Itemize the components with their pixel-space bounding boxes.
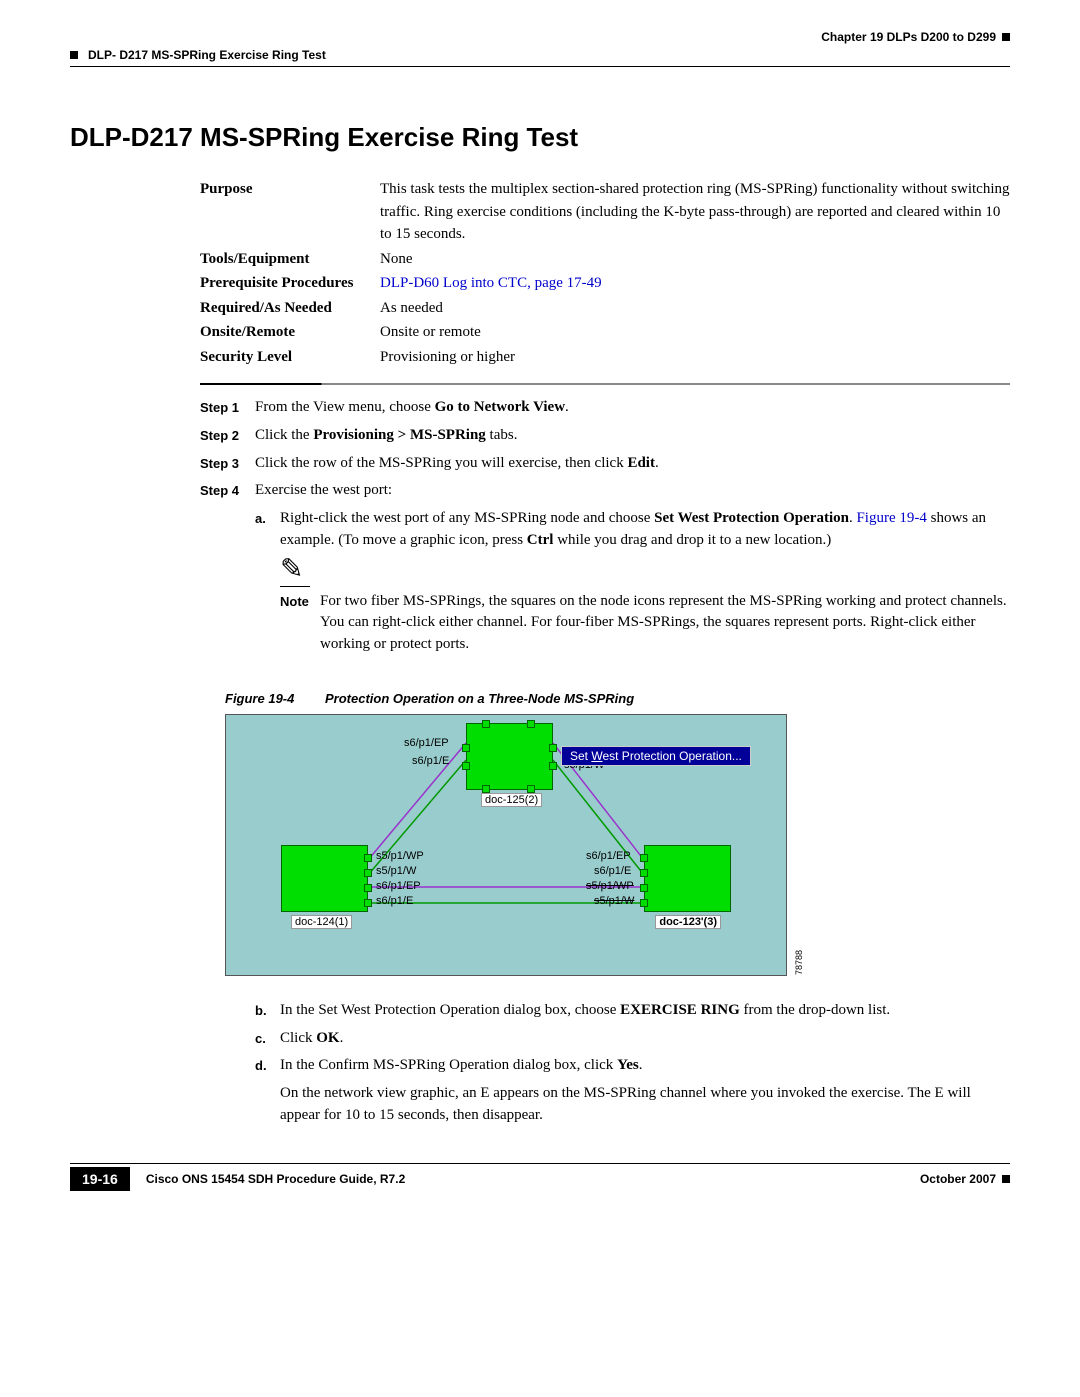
port-label: s6/p1/EP — [404, 737, 449, 749]
step3-label: Step 3 — [200, 453, 255, 475]
step3-content: Click the row of the MS-SPRing you will … — [255, 453, 1010, 475]
info-table: Purpose This task tests the multiplex se… — [200, 178, 1010, 368]
figure-diagram: s6/p1/EP s6/p1/E s5/p1/W s5/p1/WP s5/p1/… — [225, 714, 787, 976]
tools-label: Tools/Equipment — [200, 248, 380, 271]
node-top — [466, 723, 553, 790]
node-right-label: doc-123'(3) — [655, 915, 721, 929]
step2-label: Step 2 — [200, 425, 255, 447]
substep-a-content: Right-click the west port of any MS-SPRi… — [280, 508, 1010, 552]
port-label: s6/p1/EP — [376, 880, 421, 892]
page-title: DLP-D217 MS-SPRing Exercise Ring Test — [70, 122, 1010, 153]
required-label: Required/As Needed — [200, 297, 380, 320]
section-label: DLP- D217 MS-SPRing Exercise Ring Test — [88, 48, 326, 62]
prereq-label: Prerequisite Procedures — [200, 272, 380, 295]
node-right — [644, 845, 731, 912]
required-text: As needed — [380, 297, 1010, 320]
tools-text: None — [380, 248, 1010, 271]
footer: 19-16 Cisco ONS 15454 SDH Procedure Guid… — [70, 1163, 1010, 1191]
prereq-link[interactable]: DLP-D60 Log into CTC, page 17-49 — [380, 275, 602, 291]
port-label: s5/p1/WP — [586, 880, 634, 892]
header-marker — [1002, 33, 1010, 41]
security-text: Provisioning or higher — [380, 346, 1010, 369]
port-label: s6/p1/E — [376, 895, 413, 907]
substep-c-content: Click OK. — [280, 1028, 1010, 1050]
substep-c-label: c. — [255, 1028, 280, 1050]
onsite-label: Onsite/Remote — [200, 321, 380, 344]
security-label: Security Level — [200, 346, 380, 369]
note-label: Note — [280, 591, 320, 656]
port-label: s5/p1/WP — [376, 850, 424, 862]
note-text: For two fiber MS-SPRings, the squares on… — [320, 591, 1010, 656]
port-label: s6/p1/E — [412, 755, 449, 767]
node-left-label: doc-124(1) — [291, 915, 352, 929]
section-marker — [70, 51, 78, 59]
figure-caption: Figure 19-4Protection Operation on a Thr… — [225, 691, 1010, 706]
step1-label: Step 1 — [200, 397, 255, 419]
divider — [200, 383, 1010, 385]
footer-date: October 2007 — [920, 1172, 996, 1186]
context-menu[interactable]: Set West Protection Operation... — [561, 746, 751, 766]
purpose-text: This task tests the multiplex section-sh… — [380, 178, 1010, 246]
port-label: s5/p1/W — [594, 895, 634, 907]
port-label: s6/p1/EP — [586, 850, 631, 862]
substep-b-label: b. — [255, 1000, 280, 1022]
step1-content: From the View menu, choose Go to Network… — [255, 397, 1010, 419]
step4-content: Exercise the west port: a. Right-click t… — [255, 480, 1010, 666]
substep-b-content: In the Set West Protection Operation dia… — [280, 1000, 1010, 1022]
chapter-label: Chapter 19 DLPs D200 to D299 — [821, 30, 996, 44]
node-left — [281, 845, 368, 912]
node-top-label: doc-125(2) — [481, 793, 542, 807]
footer-marker — [1002, 1175, 1010, 1183]
step4-label: Step 4 — [200, 480, 255, 666]
substep-d-content: In the Confirm MS-SPRing Operation dialo… — [280, 1055, 1010, 1126]
note-icon: ✎ — [280, 562, 310, 587]
purpose-label: Purpose — [200, 178, 380, 246]
substep-a-label: a. — [255, 508, 280, 552]
figure-id: 78788 — [794, 950, 804, 975]
onsite-text: Onsite or remote — [380, 321, 1010, 344]
substep-d-label: d. — [255, 1055, 280, 1126]
port-label: s5/p1/W — [376, 865, 416, 877]
footer-doc-title: Cisco ONS 15454 SDH Procedure Guide, R7.… — [146, 1172, 405, 1186]
figure-link[interactable]: Figure 19-4 — [856, 510, 926, 526]
page-number: 19-16 — [70, 1167, 130, 1191]
step2-content: Click the Provisioning > MS-SPRing tabs. — [255, 425, 1010, 447]
port-label: s6/p1/E — [594, 865, 631, 877]
